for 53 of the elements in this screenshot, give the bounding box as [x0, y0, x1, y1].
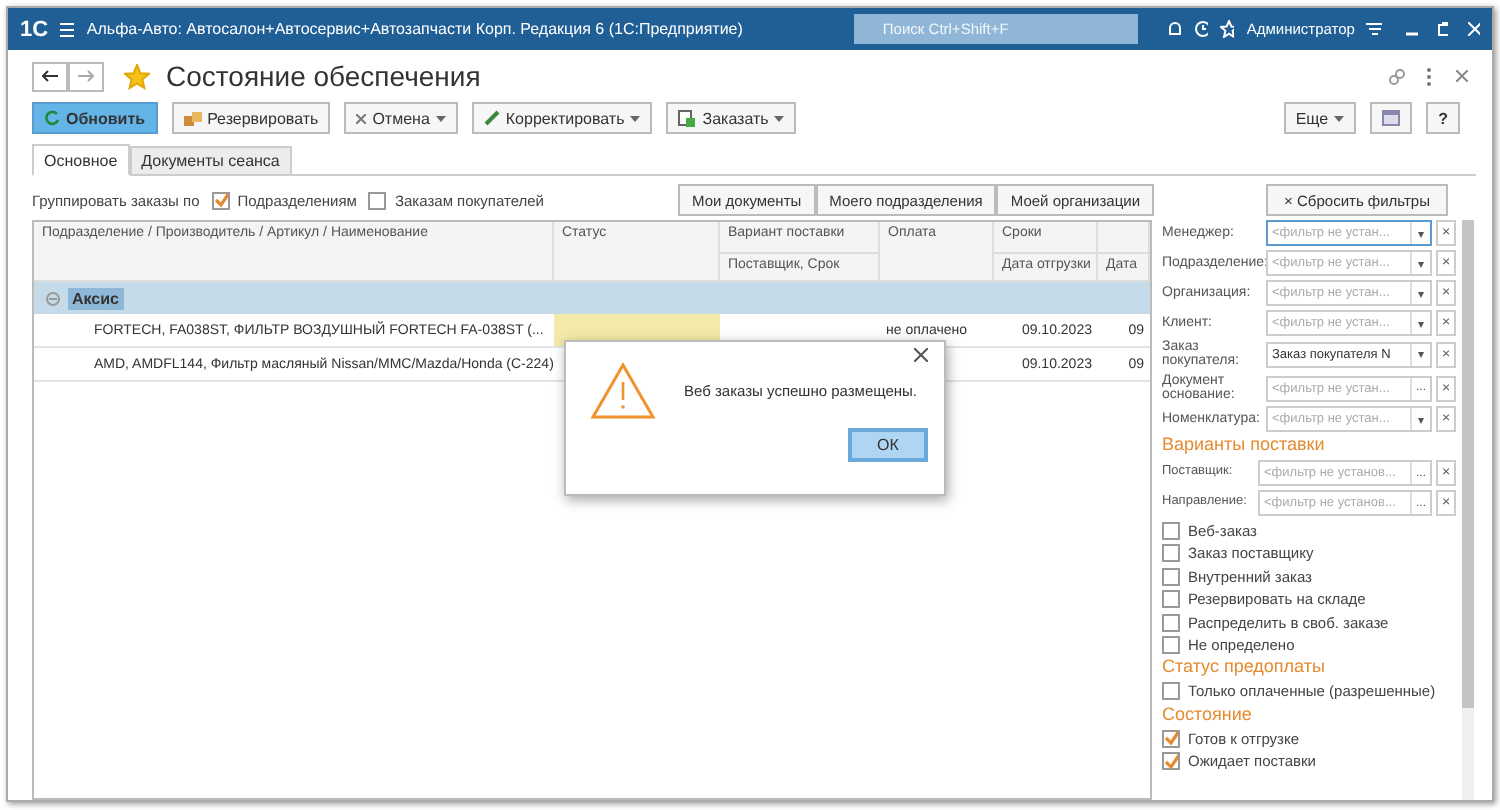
- left-arrow-icon: [42, 70, 58, 82]
- bell-icon[interactable]: [1166, 20, 1182, 38]
- toolbar-button[interactable]: Заказать: [666, 102, 797, 134]
- more-button[interactable]: Еще: [1283, 102, 1357, 134]
- checkbox[interactable]: [211, 191, 230, 209]
- menu-icon[interactable]: [1366, 22, 1382, 36]
- refresh-icon: [44, 110, 60, 126]
- window-title: Альфа-Авто: Автосалон+Автосервис+Автозапчасти Корп. Редакция 6 (1С:Предприятие): [86, 20, 743, 38]
- checkbox[interactable]: [1162, 636, 1180, 655]
- boxes-icon: [183, 111, 202, 125]
- close-button[interactable]: [914, 348, 928, 362]
- app-logo: 1С: [20, 17, 49, 41]
- close-icon[interactable]: [1456, 70, 1468, 82]
- toolbar-button[interactable]: Обновить: [32, 102, 158, 134]
- checkbox[interactable]: [1162, 729, 1180, 748]
- checkbox[interactable]: [368, 191, 387, 209]
- restore-icon[interactable]: [1437, 22, 1449, 36]
- ok-button[interactable]: ОК: [848, 428, 928, 462]
- tab[interactable]: Документы сеанса: [129, 146, 292, 176]
- caret-icon: [1334, 115, 1345, 121]
- history-icon[interactable]: [1193, 20, 1208, 38]
- more-icon[interactable]: [1426, 67, 1432, 85]
- section-title: Статус предоплаты: [1162, 658, 1327, 679]
- calendar-button[interactable]: [1370, 102, 1413, 134]
- right-arrow-icon: [78, 70, 94, 82]
- checkbox[interactable]: [1162, 521, 1180, 540]
- calendar-icon: [1382, 110, 1401, 126]
- link-icon[interactable]: [1388, 67, 1406, 85]
- toolbar-button[interactable]: Отмена: [344, 102, 458, 134]
- back-button[interactable]: [32, 61, 68, 91]
- checkbox[interactable]: [1162, 613, 1180, 632]
- group-row[interactable]: Аксис: [34, 282, 1150, 314]
- form-title: Состояние обеспечения: [166, 60, 481, 92]
- section-title: Варианты поставки: [1162, 436, 1327, 457]
- toolbar-button[interactable]: Корректировать: [471, 102, 653, 134]
- toolbar-button[interactable]: Резервировать: [171, 102, 331, 134]
- checkbox[interactable]: [1162, 567, 1180, 586]
- collapse-icon[interactable]: [46, 291, 60, 305]
- scrollbar[interactable]: [1462, 220, 1474, 800]
- section-title: Состояние: [1162, 705, 1254, 726]
- pencil-icon: [483, 110, 500, 126]
- help-button[interactable]: ?: [1426, 102, 1460, 134]
- warning-icon: [590, 362, 656, 420]
- tab[interactable]: Основное: [32, 144, 130, 176]
- cross-icon: [356, 113, 367, 123]
- menu-icon[interactable]: [60, 21, 75, 37]
- group-label: Аксис: [68, 287, 123, 309]
- star-icon[interactable]: [124, 63, 150, 89]
- checkbox[interactable]: [1162, 682, 1180, 701]
- checkbox[interactable]: [1162, 544, 1180, 563]
- checkbox[interactable]: [1162, 752, 1180, 771]
- checkbox[interactable]: [1162, 590, 1180, 609]
- document-icon: [678, 109, 697, 127]
